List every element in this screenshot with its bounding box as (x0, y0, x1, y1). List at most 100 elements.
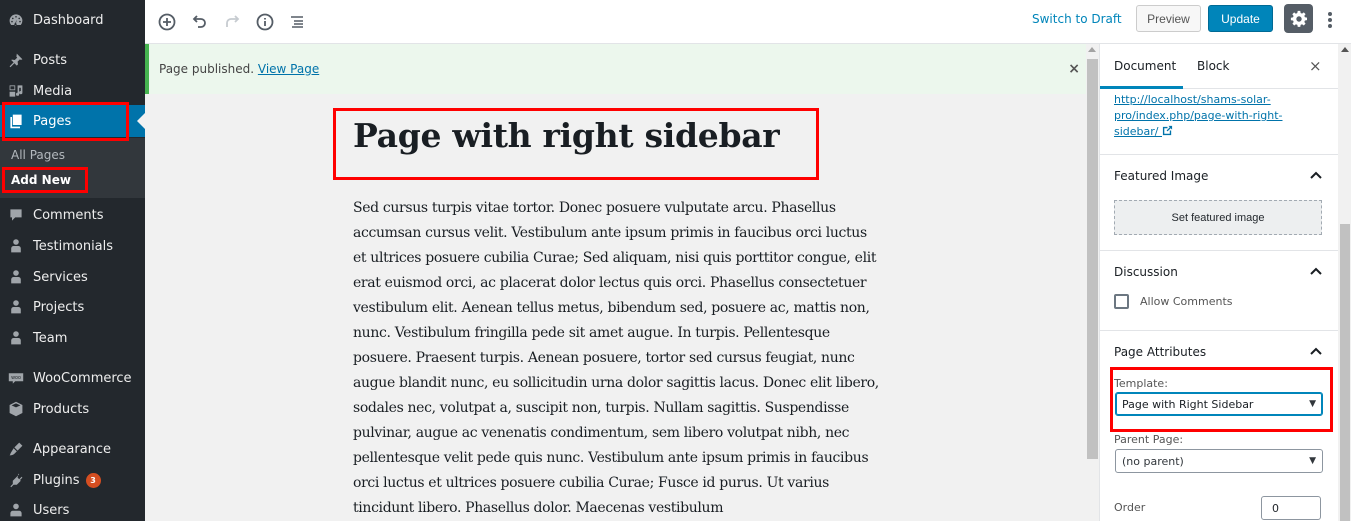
editor-scrollbar[interactable] (1086, 44, 1099, 521)
menu-item-pages[interactable]: Pages (0, 105, 145, 137)
parent-page-select[interactable]: (no parent) ▼ (1115, 449, 1323, 473)
dismiss-notice-icon[interactable]: × (1068, 61, 1080, 77)
menu-label: Dashboard (33, 12, 104, 28)
gear-icon (1290, 10, 1307, 27)
svg-text:woo: woo (11, 376, 21, 381)
view-page-link[interactable]: View Page (258, 62, 319, 76)
admin-sidebar: Dashboard Posts Media Pages All Pages Ad… (0, 0, 145, 521)
chevron-up-icon[interactable] (1309, 169, 1323, 181)
info-icon[interactable] (252, 9, 278, 35)
add-block-icon[interactable] (154, 9, 180, 35)
menu-label: Services (33, 269, 88, 285)
editor-toolbar: Switch to Draft Preview Update (145, 0, 1351, 44)
chevron-up-icon[interactable] (1309, 345, 1323, 357)
menu-item-products[interactable]: Products (0, 394, 145, 424)
menu-item-projects[interactable]: Projects (0, 292, 145, 322)
person-icon (8, 330, 24, 346)
menu-item-team[interactable]: Team (0, 323, 145, 353)
menu-label: Testimonials (33, 238, 114, 254)
post-title[interactable]: Page with right sidebar (353, 116, 780, 155)
settings-sidebar: Document Block × http://localhost/shams-… (1099, 44, 1351, 521)
users-icon (8, 502, 24, 518)
menu-item-woocommerce[interactable]: woo WooCommerce (0, 363, 145, 393)
menu-item-dashboard[interactable]: Dashboard (0, 5, 145, 35)
comment-icon (8, 207, 24, 223)
menu-item-services[interactable]: Services (0, 262, 145, 292)
pages-submenu: All Pages Add New (0, 138, 145, 198)
panel-title[interactable]: Page Attributes (1114, 345, 1206, 359)
preview-button[interactable]: Preview (1136, 5, 1201, 32)
menu-item-testimonials[interactable]: Testimonials (0, 231, 145, 261)
menu-label: Comments (33, 207, 104, 223)
scrollbar-thumb[interactable] (1087, 59, 1098, 459)
panel-title[interactable]: Discussion (1114, 265, 1178, 279)
plugins-update-badge: 3 (85, 472, 101, 488)
switch-to-draft-button[interactable]: Switch to Draft (1032, 12, 1122, 26)
woocommerce-icon: woo (8, 370, 24, 386)
menu-item-posts[interactable]: Posts (0, 45, 145, 75)
current-indicator-arrow (137, 113, 145, 129)
scroll-up-arrow-icon[interactable] (1341, 47, 1349, 52)
external-link-icon (1162, 125, 1173, 136)
set-featured-image-button[interactable]: Set featured image (1114, 200, 1322, 235)
menu-label: Team (33, 330, 68, 346)
pages-icon (8, 113, 24, 129)
menu-label: Pages (33, 113, 72, 129)
allow-comments-checkbox[interactable] (1114, 294, 1129, 309)
scroll-up-arrow-icon[interactable] (1088, 47, 1096, 52)
menu-label: Products (33, 401, 90, 417)
active-tab-indicator (1100, 86, 1183, 89)
menu-item-comments[interactable]: Comments (0, 200, 145, 230)
discussion-panel: Discussion Allow Comments (1100, 250, 1338, 330)
menu-item-users[interactable]: Users (0, 495, 145, 521)
paragraph-block[interactable]: Sed cursus turpis vitae tortor. Donec po… (353, 196, 881, 521)
vertical-ellipsis-icon (1328, 12, 1332, 28)
scrollbar-thumb[interactable] (1340, 224, 1350, 521)
update-button[interactable]: Update (1208, 5, 1273, 32)
menu-label: Posts (33, 52, 67, 68)
outline-icon[interactable] (284, 9, 310, 35)
publish-notice: Page published. View Page × (145, 44, 1086, 94)
editor-canvas: Page published. View Page × Page with ri… (145, 44, 1099, 521)
person-icon (8, 299, 24, 315)
menu-label: Users (33, 502, 70, 518)
permalink-link[interactable]: http://localhost/shams-solar-pro/index.p… (1114, 92, 1314, 140)
menu-label: Projects (33, 299, 85, 315)
plug-icon (8, 472, 24, 488)
template-label: Template: (1114, 377, 1168, 390)
tab-document[interactable]: Document (1114, 59, 1176, 73)
box-icon (8, 401, 24, 417)
menu-item-appearance[interactable]: Appearance (0, 434, 145, 464)
person-icon (8, 238, 24, 254)
chevron-up-icon[interactable] (1309, 265, 1323, 277)
paintbrush-icon (8, 441, 24, 457)
dashboard-icon (8, 12, 24, 28)
submenu-add-new[interactable]: Add New (11, 173, 71, 187)
notice-message: Page published. (159, 62, 255, 76)
allow-comments-label[interactable]: Allow Comments (1140, 295, 1233, 308)
redo-icon[interactable] (219, 9, 245, 35)
media-icon (8, 83, 24, 99)
order-input[interactable]: 0 (1261, 496, 1321, 520)
menu-label: Plugins (33, 472, 80, 488)
sidebar-tabs: Document Block × (1100, 44, 1338, 89)
tab-block[interactable]: Block (1197, 59, 1229, 73)
menu-item-media[interactable]: Media (0, 76, 145, 106)
featured-image-panel: Featured Image Set featured image (1100, 154, 1338, 250)
undo-icon[interactable] (187, 9, 213, 35)
panel-title[interactable]: Featured Image (1114, 169, 1208, 183)
parent-page-label: Parent Page: (1114, 433, 1184, 446)
menu-item-plugins[interactable]: Plugins 3 (0, 465, 145, 495)
template-select[interactable]: Page with Right Sidebar ▼ (1115, 392, 1323, 416)
page-attributes-panel: Page Attributes Template: Page with Righ… (1100, 330, 1338, 521)
pushpin-icon (8, 52, 24, 68)
submenu-all-pages[interactable]: All Pages (11, 148, 65, 162)
menu-label: Media (33, 83, 73, 99)
sidebar-scrollbar[interactable] (1338, 44, 1351, 521)
close-sidebar-icon[interactable]: × (1309, 57, 1322, 75)
menu-label: WooCommerce (33, 370, 132, 386)
more-options-button[interactable] (1320, 6, 1340, 34)
settings-button[interactable] (1284, 4, 1313, 33)
person-icon (8, 269, 24, 285)
menu-label: Appearance (33, 441, 112, 457)
